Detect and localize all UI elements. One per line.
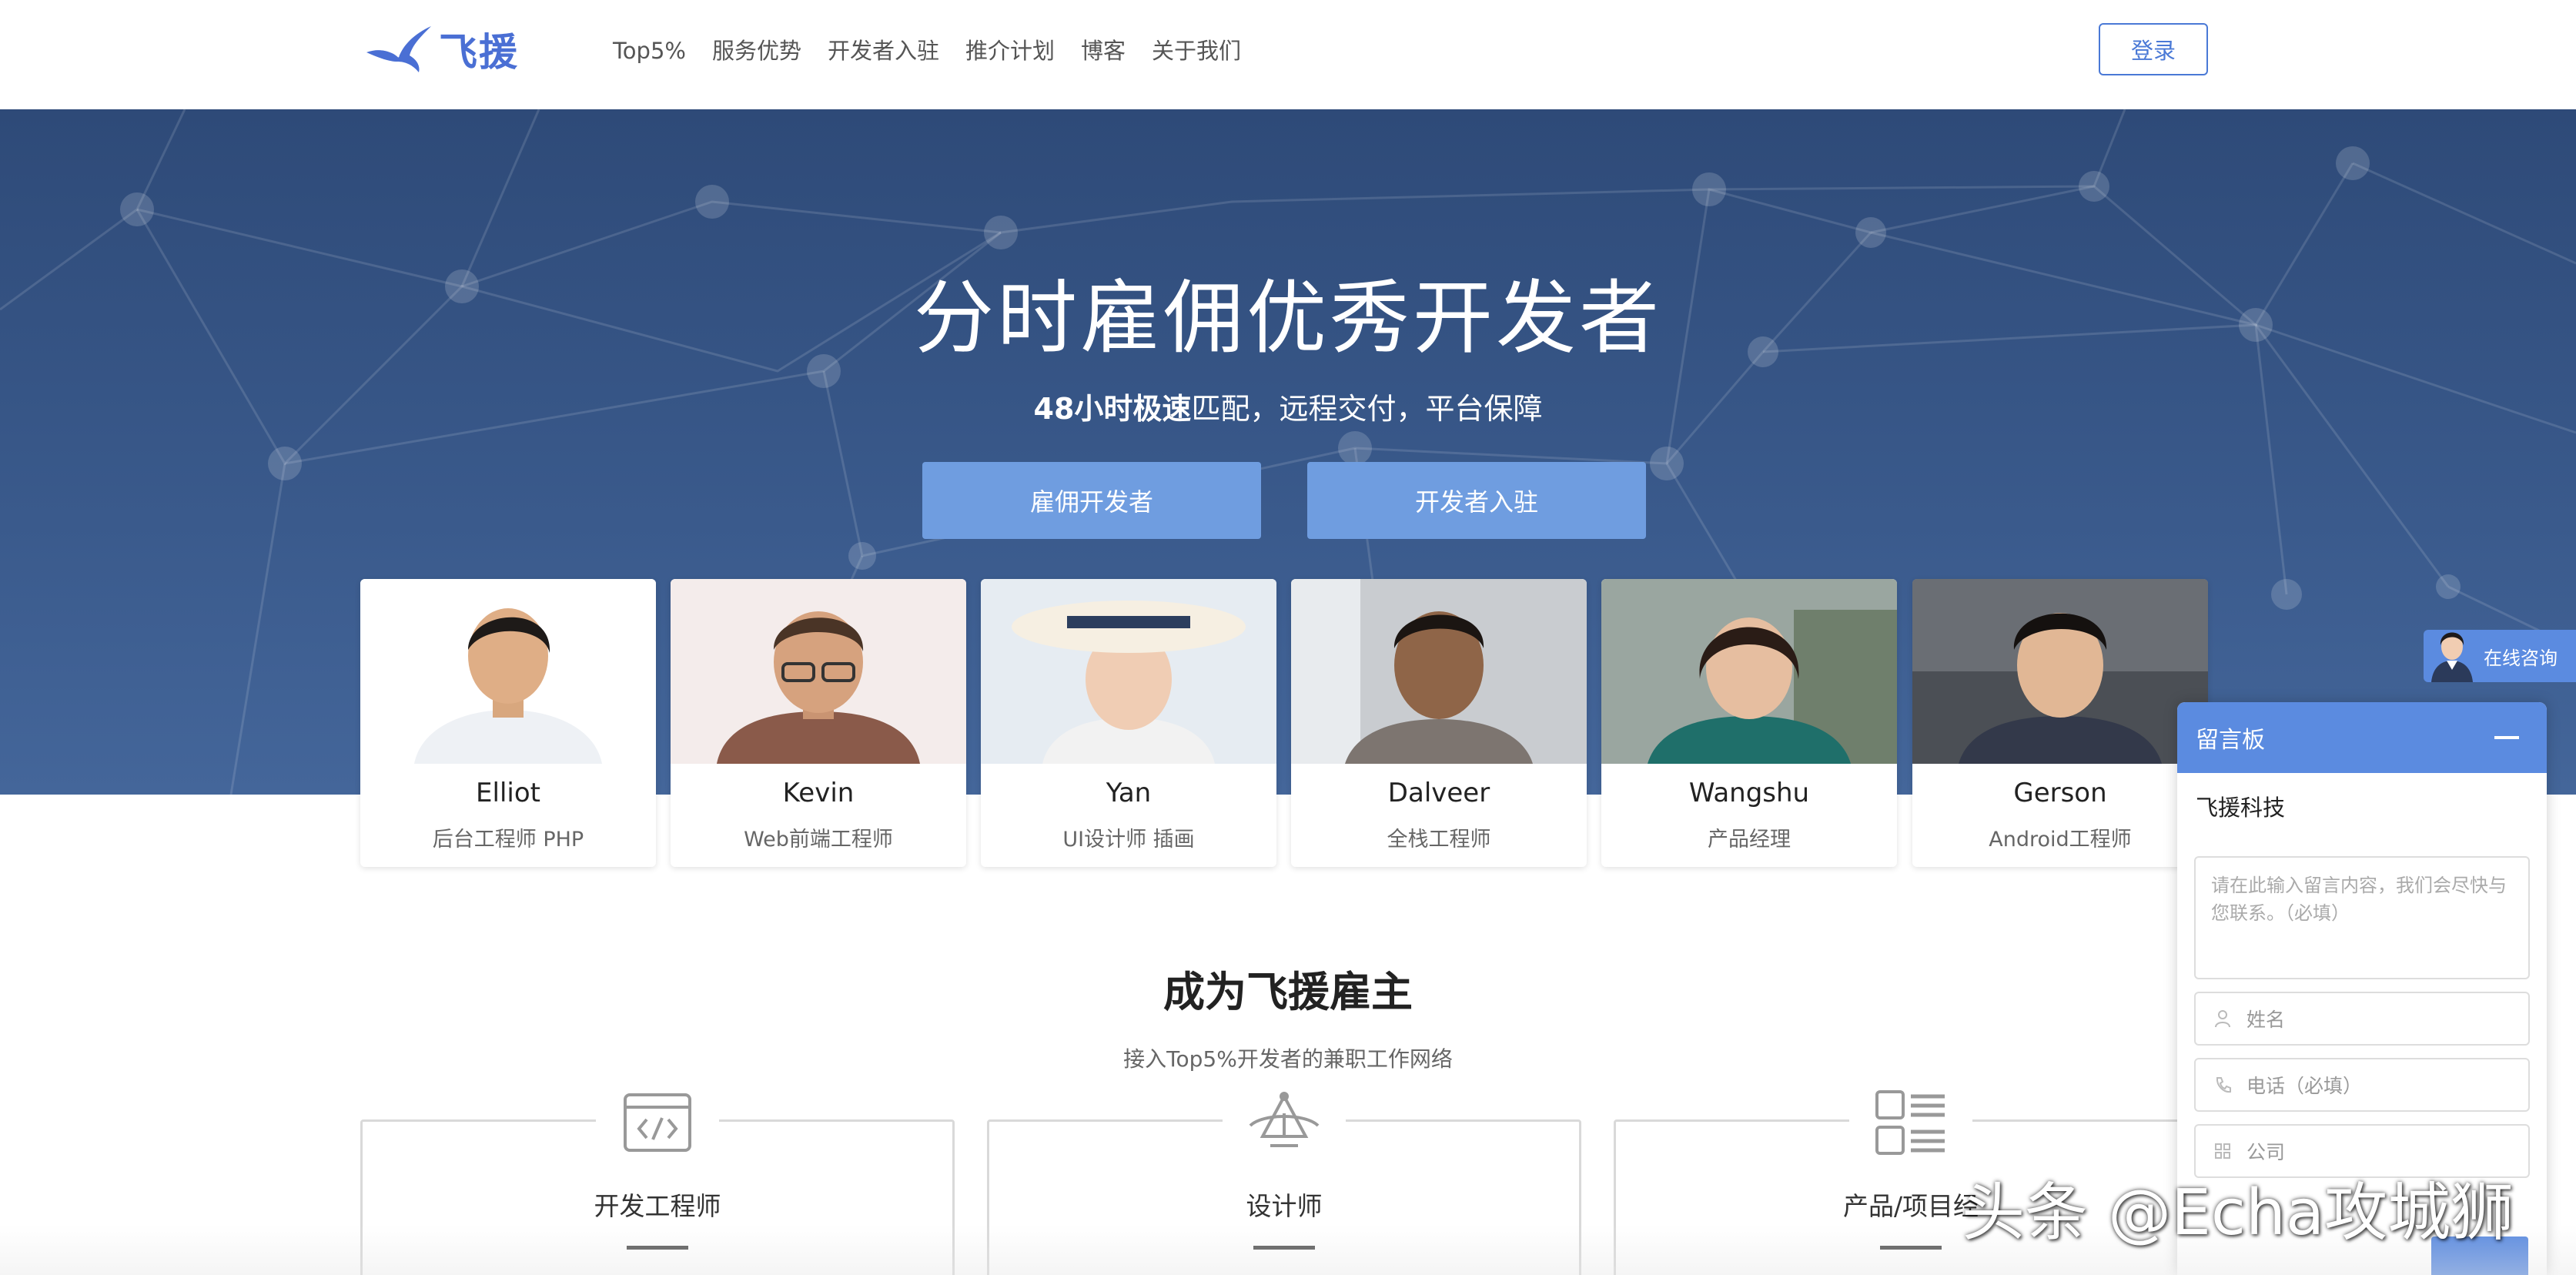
code-window-icon xyxy=(596,1087,719,1158)
phone-icon xyxy=(2213,1075,2233,1095)
online-consult-tab[interactable]: 在线咨询 xyxy=(2424,630,2576,682)
developer-role: 后台工程师 PHP xyxy=(432,828,584,852)
role-underline xyxy=(1880,1246,1942,1250)
agent-avatar-icon xyxy=(2431,632,2473,682)
building-icon xyxy=(2213,1141,2233,1161)
hire-developer-button[interactable]: 雇佣开发者 xyxy=(922,462,1261,539)
developer-card[interactable]: Gerson Android工程师 xyxy=(1912,579,2208,867)
developer-role: 产品经理 xyxy=(1708,828,1791,852)
top-header: 飞援 Top5% 服务优势 开发者入驻 推介计划 博客 关于我们 登录 xyxy=(0,0,2576,109)
watermark-text: 头条 @Echa攻城狮 xyxy=(1962,1176,2514,1250)
developer-join-button[interactable]: 开发者入驻 xyxy=(1307,462,1646,539)
hero-subtitle-text: 匹配，远程交付，平台保障 xyxy=(1191,392,1543,426)
phone-field[interactable]: 电话（必填） xyxy=(2194,1058,2530,1112)
developer-name: Yan xyxy=(1106,778,1152,808)
bird-logo-icon xyxy=(366,26,431,72)
pen-tool-icon xyxy=(1223,1087,1346,1158)
role-underline xyxy=(1253,1246,1315,1250)
developer-role: Android工程师 xyxy=(1989,828,2132,852)
developer-name: Wangshu xyxy=(1688,778,1810,808)
online-consult-label: 在线咨询 xyxy=(2484,647,2558,669)
nav-referral-plan[interactable]: 推介计划 xyxy=(965,34,1055,68)
nav-about-us[interactable]: 关于我们 xyxy=(1152,34,1241,68)
developer-role: UI设计师 插画 xyxy=(1062,828,1195,852)
developer-card[interactable]: Kevin Web前端工程师 xyxy=(671,579,966,867)
developer-photo xyxy=(1291,579,1587,764)
developer-card[interactable]: Wangshu 产品经理 xyxy=(1601,579,1897,867)
main-nav: Top5% 服务优势 开发者入驻 推介计划 博客 关于我们 xyxy=(613,34,1241,68)
hero-title: 分时雇佣优秀开发者 xyxy=(913,271,1662,365)
developer-card[interactable]: Elliot 后台工程师 PHP xyxy=(360,579,656,867)
nav-blog[interactable]: 博客 xyxy=(1081,34,1126,68)
login-button[interactable]: 登录 xyxy=(2099,23,2208,75)
message-board-title: 留言板 xyxy=(2196,727,2265,754)
nav-top5[interactable]: Top5% xyxy=(613,34,686,68)
list-icon xyxy=(1849,1087,1972,1158)
name-placeholder: 姓名 xyxy=(2246,1009,2286,1031)
developer-photo xyxy=(360,579,656,764)
message-textarea[interactable]: 请在此输入留言内容，我们会尽快与您联系。（必填） xyxy=(2194,856,2530,979)
role-label-developer: 开发工程师 xyxy=(594,1191,721,1221)
name-field[interactable]: 姓名 xyxy=(2194,992,2530,1046)
developer-photo xyxy=(1912,579,2208,764)
developer-name: Elliot xyxy=(476,778,540,808)
nav-service-advantages[interactable]: 服务优势 xyxy=(712,34,801,68)
phone-placeholder: 电话（必填） xyxy=(2246,1075,2363,1097)
developer-role: 全栈工程师 xyxy=(1387,828,1491,852)
message-board-company: 飞援科技 xyxy=(2196,795,2286,821)
developer-role: Web前端工程师 xyxy=(744,828,893,852)
role-underline xyxy=(627,1246,688,1250)
person-icon xyxy=(2213,1009,2233,1029)
developer-name: Kevin xyxy=(782,778,855,808)
nav-developer-join[interactable]: 开发者入驻 xyxy=(828,34,939,68)
developer-photo xyxy=(981,579,1276,764)
developer-photo xyxy=(671,579,966,764)
developer-name: Gerson xyxy=(2013,778,2107,808)
logo-text: 飞援 xyxy=(439,30,519,75)
hero-subtitle: 48小时极速匹配，远程交付，平台保障 xyxy=(0,385,2576,427)
role-label-designer: 设计师 xyxy=(1246,1191,1323,1221)
developer-card[interactable]: Yan UI设计师 插画 xyxy=(981,579,1276,867)
hero-subtitle-highlight: 48小时极速 xyxy=(1033,392,1192,426)
message-board-header: 留言板 xyxy=(2177,702,2547,773)
logo[interactable]: 飞援 xyxy=(363,18,519,80)
minimize-icon[interactable] xyxy=(2494,736,2519,739)
developer-photo xyxy=(1601,579,1897,764)
developer-card[interactable]: Dalveer 全栈工程师 xyxy=(1291,579,1587,867)
developer-name: Dalveer xyxy=(1387,778,1490,808)
